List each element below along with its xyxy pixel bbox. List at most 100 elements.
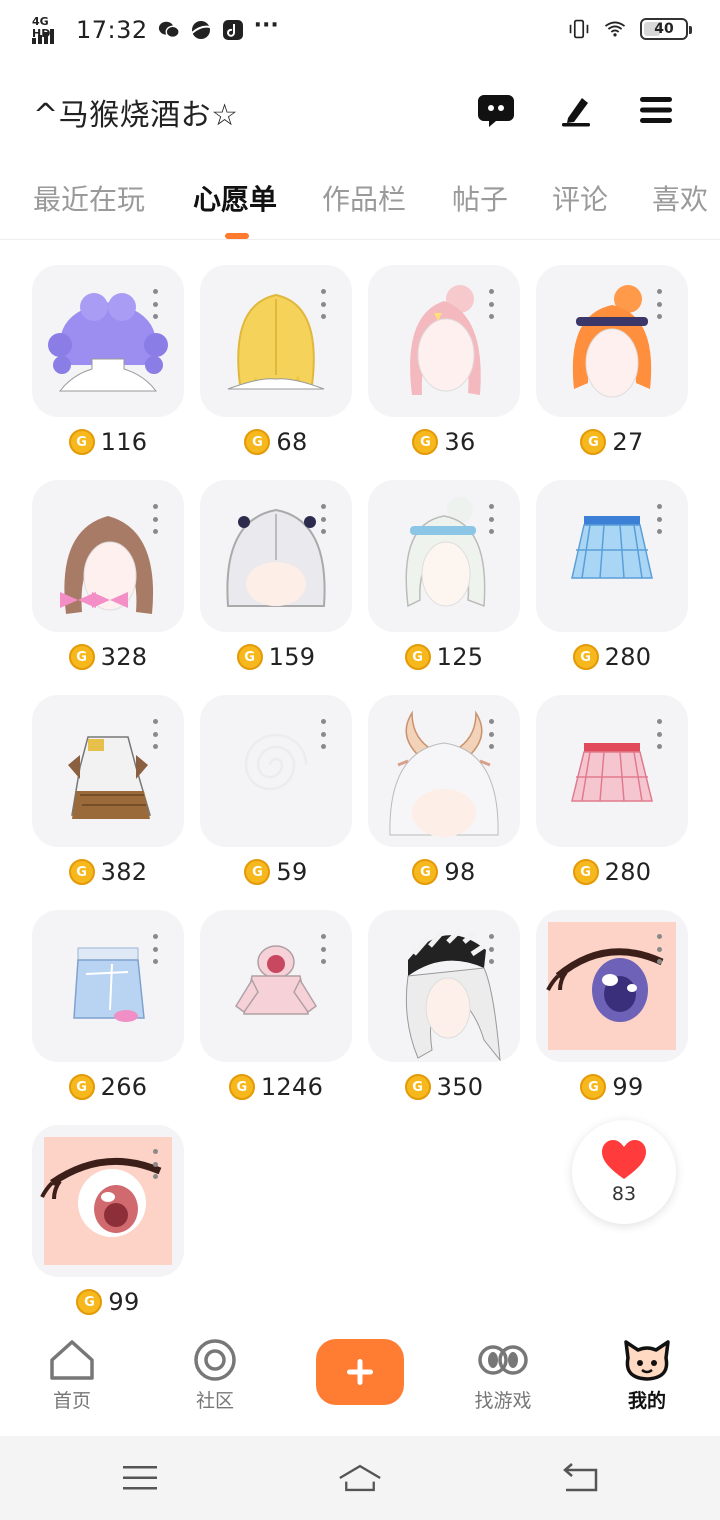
- item-more-options-icon[interactable]: [654, 934, 664, 964]
- item-thumbnail[interactable]: [32, 265, 184, 417]
- tab-comments[interactable]: 评论: [552, 178, 608, 218]
- item-more-options-icon[interactable]: [318, 719, 328, 749]
- item-thumbnail[interactable]: [368, 910, 520, 1062]
- item-thumbnail[interactable]: [200, 695, 352, 847]
- item-price: G 99: [536, 1073, 688, 1101]
- item-thumbnail[interactable]: [32, 695, 184, 847]
- item-thumbnail[interactable]: [368, 480, 520, 632]
- item-more-options-icon[interactable]: [150, 719, 160, 749]
- item-thumbnail[interactable]: [200, 910, 352, 1062]
- system-menu-icon: [123, 1466, 157, 1490]
- profile-icon: [624, 1340, 670, 1381]
- wishlist-item[interactable]: G 125: [368, 455, 520, 671]
- item-price-value: 68: [276, 428, 308, 456]
- tab-works[interactable]: 作品栏: [322, 178, 406, 218]
- coin-icon: G: [572, 859, 599, 885]
- battery-indicator: 40: [640, 18, 692, 40]
- wishlist-item[interactable]: G 280: [536, 455, 688, 671]
- coin-icon: G: [580, 429, 607, 455]
- system-home-button[interactable]: [338, 1458, 382, 1498]
- coin-icon: G: [580, 1074, 607, 1100]
- item-thumbnail[interactable]: [536, 480, 688, 632]
- item-more-options-icon[interactable]: [150, 504, 160, 534]
- item-thumbnail[interactable]: [536, 910, 688, 1062]
- coin-icon: G: [404, 644, 431, 670]
- system-back-icon: [563, 1463, 598, 1492]
- item-more-options-icon[interactable]: [318, 289, 328, 319]
- item-thumbnail[interactable]: [200, 265, 352, 417]
- skirt-blue-plaid-image: [571, 516, 653, 579]
- wishlist-item[interactable]: G 116: [32, 240, 184, 456]
- item-thumbnail[interactable]: [536, 695, 688, 847]
- item-price: G 59: [200, 858, 352, 886]
- edit-profile-button[interactable]: [552, 86, 600, 134]
- wishlist-item[interactable]: G 350: [368, 885, 520, 1101]
- wishlist-item[interactable]: G 159: [200, 455, 352, 671]
- like-button[interactable]: 83: [572, 1120, 676, 1224]
- item-price-value: 350: [436, 1073, 484, 1101]
- home-icon: [50, 1340, 94, 1380]
- item-more-options-icon[interactable]: [486, 504, 496, 534]
- wishlist-item[interactable]: G 280: [536, 670, 688, 886]
- wishlist-item[interactable]: G 266: [32, 885, 184, 1101]
- item-price: G 382: [32, 858, 184, 886]
- more-notifications-icon: ···: [253, 13, 279, 38]
- item-thumbnail[interactable]: [32, 480, 184, 632]
- find-game-icon: [478, 1345, 528, 1375]
- item-thumbnail[interactable]: [32, 910, 184, 1062]
- item-more-options-icon[interactable]: [486, 719, 496, 749]
- tab-likes[interactable]: 喜欢: [652, 178, 708, 218]
- item-price: G 99: [32, 1288, 184, 1316]
- wishlist-item[interactable]: G 98: [368, 670, 520, 886]
- nav-community[interactable]: 社区: [160, 1338, 270, 1413]
- system-menu-button[interactable]: [118, 1458, 162, 1498]
- wishlist-item[interactable]: G 27: [536, 240, 688, 456]
- wishlist-item[interactable]: G 59: [200, 670, 352, 886]
- nav-find-game[interactable]: 找游戏: [448, 1338, 558, 1413]
- item-more-options-icon[interactable]: [486, 289, 496, 319]
- menu-button[interactable]: [632, 86, 680, 134]
- item-more-options-icon[interactable]: [486, 934, 496, 964]
- item-thumbnail[interactable]: [32, 1125, 184, 1277]
- item-more-options-icon[interactable]: [654, 719, 664, 749]
- wishlist-item[interactable]: G 68: [200, 240, 352, 456]
- wishlist-item[interactable]: G 99: [32, 1100, 184, 1316]
- hair-purple-twin-drills-image: [48, 293, 168, 392]
- nav-home[interactable]: 首页: [17, 1338, 127, 1413]
- item-price-value: 328: [100, 643, 148, 671]
- chat-button[interactable]: [472, 86, 520, 134]
- item-thumbnail[interactable]: [536, 265, 688, 417]
- item-more-options-icon[interactable]: [318, 934, 328, 964]
- wishlist-item[interactable]: G 1246: [200, 885, 352, 1101]
- tab-posts[interactable]: 帖子: [452, 178, 508, 218]
- nav-profile[interactable]: 我的: [592, 1338, 702, 1413]
- wishlist-item[interactable]: G 99: [536, 885, 688, 1101]
- item-more-options-icon[interactable]: [150, 1149, 160, 1179]
- item-thumbnail[interactable]: [368, 265, 520, 417]
- hair-beanie-striped-image: [405, 926, 501, 1062]
- community-icon: [194, 1339, 236, 1381]
- tab-wishlist[interactable]: 心愿单: [193, 178, 277, 218]
- system-back-button[interactable]: [558, 1458, 602, 1498]
- item-price: G 27: [536, 428, 688, 456]
- item-price: G 350: [368, 1073, 520, 1101]
- wishlist-item[interactable]: G 328: [32, 455, 184, 671]
- item-thumbnail[interactable]: [368, 695, 520, 847]
- coin-icon: G: [76, 1289, 103, 1315]
- wishlist-item[interactable]: G 36: [368, 240, 520, 456]
- item-more-options-icon[interactable]: [654, 504, 664, 534]
- coin-icon: G: [572, 644, 599, 670]
- item-more-options-icon[interactable]: [150, 934, 160, 964]
- tab-recently-played[interactable]: 最近在玩: [33, 178, 145, 218]
- item-more-options-icon[interactable]: [150, 289, 160, 319]
- skirt-pink-plaid-image: [571, 743, 653, 802]
- item-more-options-icon[interactable]: [318, 504, 328, 534]
- add-button[interactable]: [316, 1339, 404, 1405]
- wishlist-item[interactable]: G 382: [32, 670, 184, 886]
- item-price-value: 159: [268, 643, 316, 671]
- item-more-options-icon[interactable]: [654, 289, 664, 319]
- coin-icon: G: [404, 1074, 431, 1100]
- item-thumbnail[interactable]: [200, 480, 352, 632]
- coin-icon: G: [68, 1074, 95, 1100]
- coin-icon: G: [236, 644, 263, 670]
